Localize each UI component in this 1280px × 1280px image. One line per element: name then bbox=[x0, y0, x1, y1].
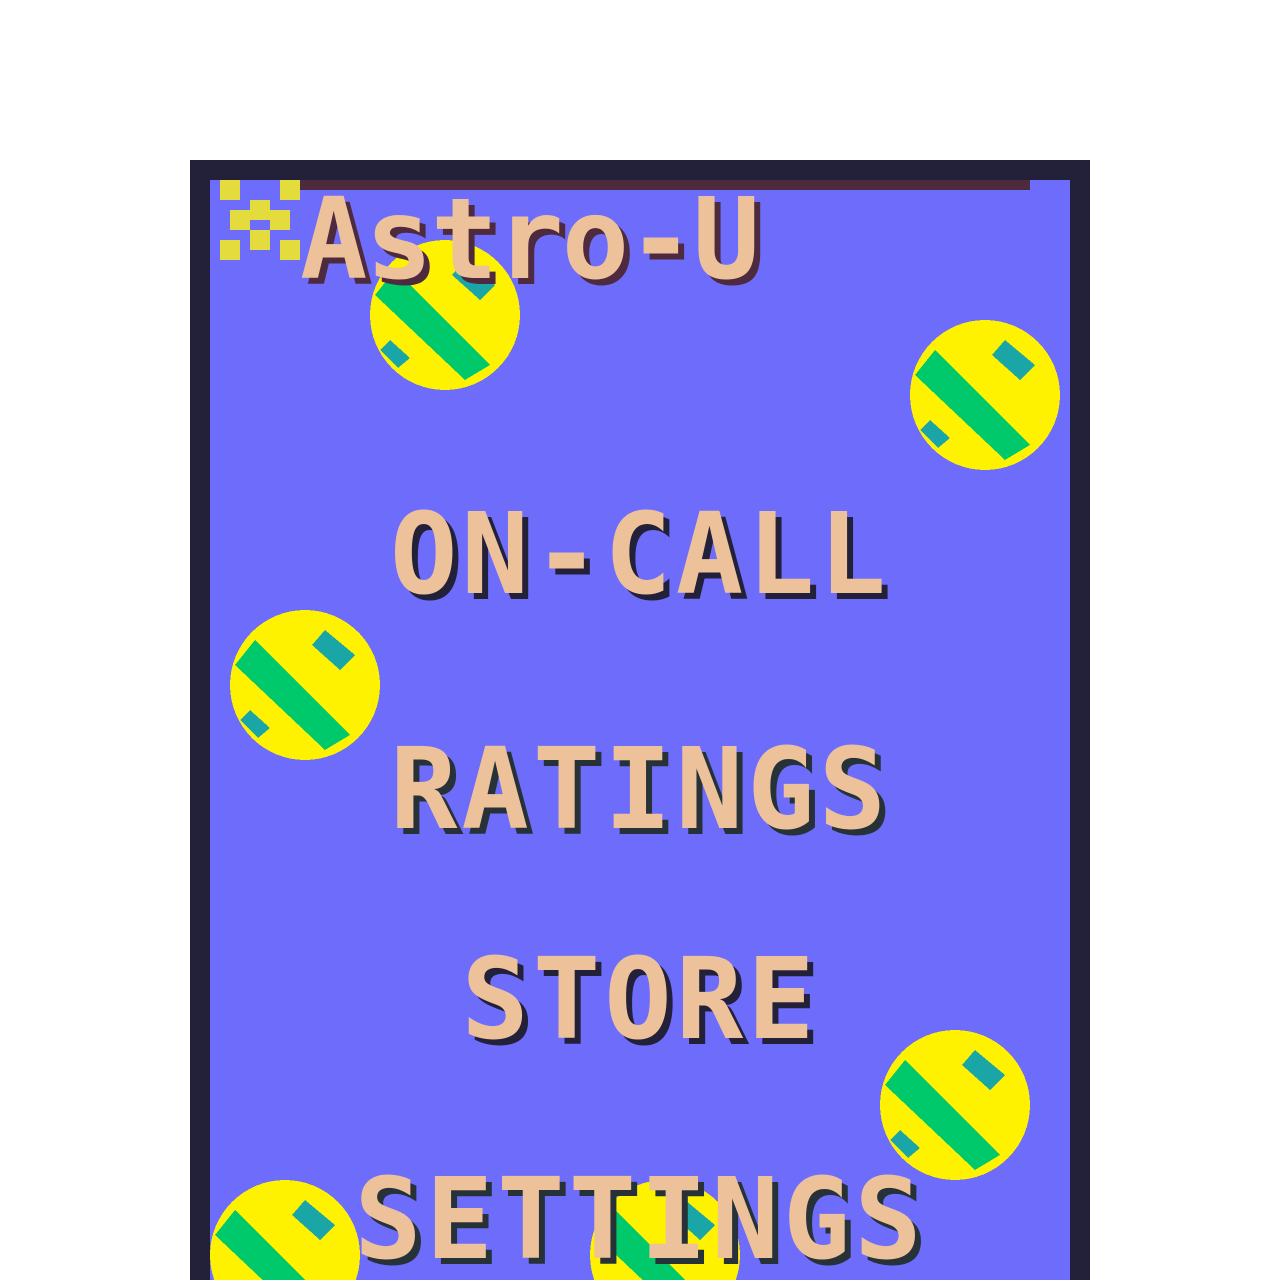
menu-item-store[interactable]: STORE bbox=[210, 944, 1070, 1056]
game-title: Astro-U bbox=[300, 180, 760, 305]
game-screen-frame: Astro-U ON-CALL RATINGS STORE SETTINGS bbox=[190, 160, 1090, 1280]
main-menu-screen: Astro-U ON-CALL RATINGS STORE SETTINGS bbox=[210, 180, 1070, 1280]
menu-item-on-call[interactable]: ON-CALL bbox=[210, 499, 1070, 611]
menu-item-settings[interactable]: SETTINGS bbox=[210, 1164, 1070, 1276]
menu-item-ratings[interactable]: RATINGS bbox=[210, 734, 1070, 846]
sparkle-icon bbox=[220, 180, 300, 260]
tennis-ball-icon bbox=[910, 320, 1060, 470]
